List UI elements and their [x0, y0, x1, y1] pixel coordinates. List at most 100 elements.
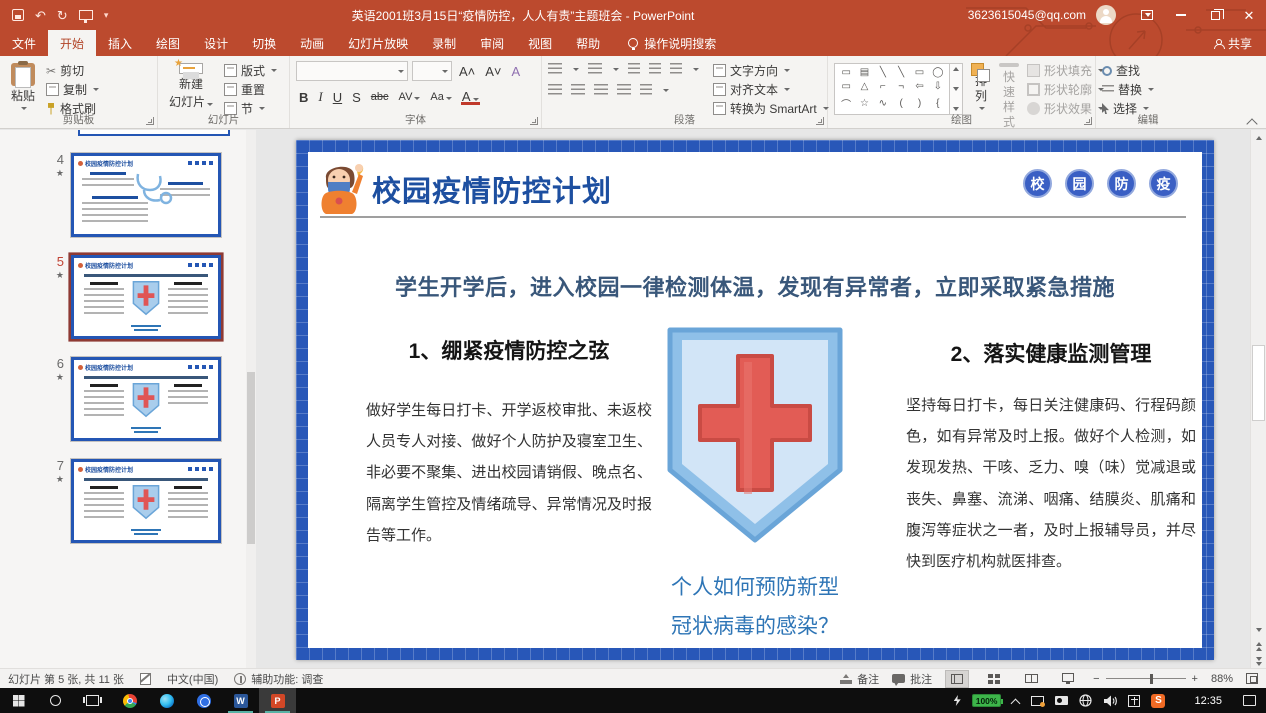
redo-icon[interactable]: ↻ — [57, 9, 68, 22]
animation-star-icon[interactable]: ★ — [44, 474, 64, 485]
tell-me-search[interactable]: 操作说明搜索 — [628, 30, 716, 56]
tab-file[interactable]: 文件 — [0, 30, 48, 56]
thumbnail-slide-7[interactable]: 7 ★ 校园疫情防控计划 — [44, 458, 256, 544]
shape-outline-button[interactable]: 形状轮廓 — [1027, 81, 1104, 98]
thumbnail-slide-5-selected[interactable]: 5 ★ 校园疫情防控计划 — [44, 254, 256, 340]
line-spacing-icon[interactable] — [670, 63, 682, 75]
start-button[interactable] — [0, 688, 37, 713]
comments-toggle[interactable]: 批注 — [892, 671, 932, 687]
previous-slide-button[interactable] — [1251, 639, 1266, 653]
slide-sorter-view-button[interactable] — [982, 670, 1006, 688]
sogou-input-icon[interactable]: S — [1151, 694, 1165, 708]
fit-slide-to-window-button[interactable] — [1246, 673, 1258, 684]
network-globe-icon[interactable] — [1079, 694, 1092, 707]
tab-review[interactable]: 审阅 — [468, 30, 516, 56]
tab-draw[interactable]: 绘图 — [144, 30, 192, 56]
accessibility-status[interactable]: 辅助功能: 调查 — [234, 671, 323, 687]
notes-toggle[interactable]: 备注 — [840, 671, 879, 687]
cut-button[interactable]: ✂剪切 — [46, 62, 99, 79]
slideshow-view-button[interactable] — [1056, 670, 1080, 688]
edge-taskbar-button[interactable] — [148, 688, 185, 713]
text-shadow-button[interactable]: S — [349, 89, 364, 106]
clock-time[interactable]: 12:35 — [1194, 695, 1222, 707]
clock-app-taskbar-button[interactable] — [185, 688, 222, 713]
zoom-slider-knob[interactable] — [1150, 674, 1154, 684]
bold-button[interactable]: B — [296, 89, 311, 106]
slide-counter[interactable]: 幻灯片 第 5 张, 共 11 张 — [8, 671, 124, 687]
find-button[interactable]: 查找 — [1102, 62, 1154, 79]
spellcheck-icon[interactable] — [140, 673, 151, 685]
character-spacing-button[interactable]: AV — [396, 90, 424, 104]
editor-scrollbar[interactable] — [1250, 130, 1266, 668]
search-button[interactable] — [37, 688, 74, 713]
shapes-gallery[interactable]: ▭▤╲╲▭◯ ▭△⌐¬⇦⇩ ⌒☆∿(){ — [834, 63, 950, 115]
change-case-button[interactable]: Aa — [427, 90, 454, 104]
camera-tray-icon[interactable] — [1055, 696, 1068, 705]
clear-formatting-button[interactable]: A — [509, 63, 524, 80]
slide-canvas[interactable]: 校园疫情防控计划 校 园 防 疫 学生开学后，进入校园一律检测体温，发现有异常者… — [296, 140, 1214, 660]
grow-font-button[interactable]: A˄ — [456, 63, 478, 80]
align-left-icon[interactable] — [548, 84, 562, 96]
word-taskbar-button[interactable]: W — [222, 688, 259, 713]
minimize-button[interactable] — [1164, 0, 1198, 30]
animation-star-icon[interactable]: ★ — [44, 372, 64, 383]
battery-indicator[interactable]: 100% — [972, 694, 1002, 707]
thumbnail-slide-4[interactable]: 4 ★ 校园疫情防控计划 — [44, 152, 256, 238]
clipboard-dialog-launcher[interactable] — [146, 117, 154, 125]
zoom-percentage[interactable]: 88% — [1211, 673, 1233, 685]
scroll-down-arrow[interactable] — [1251, 622, 1266, 638]
account-email[interactable]: 3623615045@qq.com — [968, 8, 1086, 22]
italic-button[interactable]: I — [315, 88, 325, 106]
scrollbar-thumb[interactable] — [1252, 345, 1265, 420]
numbering-icon[interactable] — [588, 63, 602, 75]
columns-icon[interactable] — [640, 84, 652, 96]
arrange-button[interactable]: 排列 — [969, 61, 993, 112]
new-slide-button[interactable]: ★ 新建 幻灯片 — [164, 61, 218, 112]
hidden-icons-chevron[interactable] — [1012, 697, 1020, 705]
task-view-button[interactable] — [74, 688, 111, 713]
animation-star-icon[interactable]: ★ — [44, 168, 64, 179]
powerpoint-taskbar-button[interactable]: P — [259, 688, 296, 713]
align-text-button[interactable]: 对齐文本 — [713, 81, 829, 98]
undo-icon[interactable]: ↶ — [35, 9, 46, 22]
tab-design[interactable]: 设计 — [192, 30, 240, 56]
maximize-button[interactable] — [1198, 0, 1232, 30]
scroll-up-arrow[interactable] — [1251, 130, 1266, 146]
strikethrough-button[interactable]: abc — [368, 90, 392, 104]
reset-button[interactable]: 重置 — [224, 81, 277, 98]
start-slideshow-icon[interactable] — [79, 10, 93, 20]
slide-heading[interactable]: 学生开学后，进入校园一律检测体温，发现有异常者，立即采取紧急措施 — [338, 270, 1172, 302]
tab-animations[interactable]: 动画 — [288, 30, 336, 56]
justify-icon[interactable] — [617, 84, 631, 96]
normal-view-button[interactable] — [945, 670, 969, 688]
zoom-in-button[interactable]: + — [1192, 673, 1198, 685]
animation-star-icon[interactable]: ★ — [44, 270, 64, 281]
paragraph-dialog-launcher[interactable] — [816, 117, 824, 125]
volume-icon[interactable] — [1103, 695, 1117, 707]
thumbnail-partial-slide3[interactable] — [78, 130, 230, 136]
text-direction-button[interactable]: 文字方向 — [713, 62, 829, 79]
drawing-dialog-launcher[interactable] — [1084, 117, 1092, 125]
share-button[interactable]: 共享 — [1214, 30, 1252, 56]
tab-transitions[interactable]: 切换 — [240, 30, 288, 56]
shrink-font-button[interactable]: A˅ — [482, 63, 504, 80]
customize-qat-icon[interactable]: ▾ — [104, 10, 109, 21]
decrease-indent-icon[interactable] — [628, 63, 640, 75]
reading-view-button[interactable] — [1019, 670, 1043, 688]
shield-graphic-block[interactable]: 个人如何预防新型 冠状病毒的感染？ — [660, 322, 850, 647]
zoom-out-button[interactable]: − — [1093, 673, 1099, 685]
tab-slideshow[interactable]: 幻灯片放映 — [336, 30, 420, 56]
display-tray-icon[interactable] — [1031, 696, 1044, 706]
copy-button[interactable]: 复制 — [46, 81, 99, 98]
underline-button[interactable]: U — [330, 89, 345, 106]
quick-styles-button[interactable]: 快速样式 — [999, 61, 1019, 112]
save-icon[interactable] — [12, 9, 24, 21]
font-size-select[interactable] — [412, 61, 452, 81]
left-column[interactable]: 1、绷紧疫情防控之弦 做好学生每日打卡、开学返校审批、未返校人员专人对接、做好个… — [366, 335, 652, 551]
paste-button[interactable]: 粘贴 — [6, 61, 40, 112]
ime-indicator-icon[interactable] — [1128, 695, 1140, 707]
shape-fill-button[interactable]: 形状填充 — [1027, 62, 1104, 79]
bullets-icon[interactable] — [548, 63, 562, 75]
action-center-icon[interactable] — [1243, 695, 1256, 706]
thumbnail-slide-6[interactable]: 6 ★ 校园疫情防控计划 — [44, 356, 256, 442]
